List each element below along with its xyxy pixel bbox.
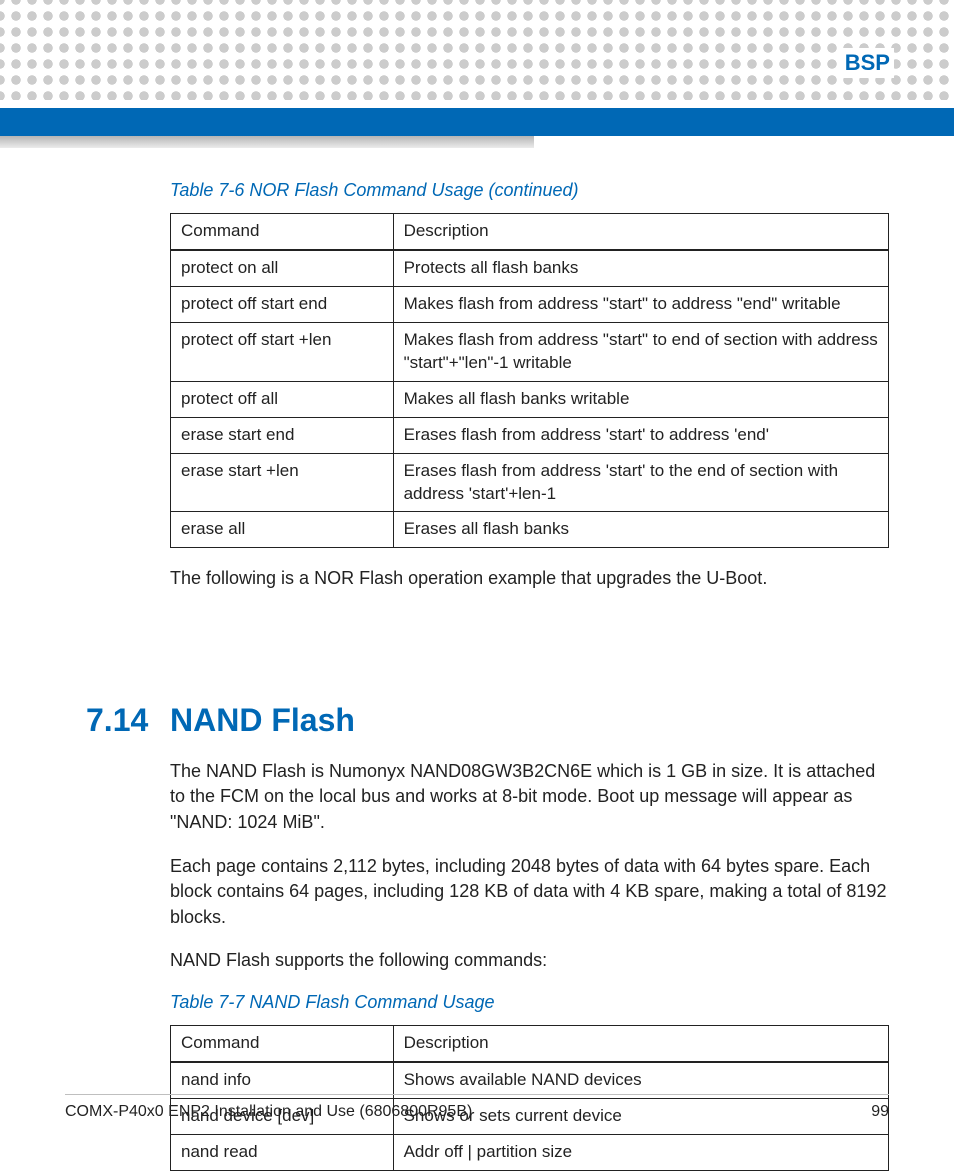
chapter-label: BSP [841, 48, 894, 78]
cell-command: protect on all [171, 250, 394, 286]
col-header-description: Description [393, 214, 888, 250]
cell-description: Erases flash from address 'start' to the… [393, 453, 888, 512]
col-header-command: Command [171, 1025, 394, 1061]
paragraph: NAND Flash supports the following comman… [170, 948, 889, 974]
cell-command: protect off start +len [171, 322, 394, 381]
table-row: protect off start +lenMakes flash from a… [171, 322, 889, 381]
paragraph: The following is a NOR Flash operation e… [170, 566, 889, 592]
col-header-command: Command [171, 214, 394, 250]
cell-command: nand info [171, 1062, 394, 1098]
cell-description: Makes all flash banks writable [393, 381, 888, 417]
cell-command: erase all [171, 512, 394, 548]
header-blue-bar [0, 108, 954, 136]
paragraph: The NAND Flash is Numonyx NAND08GW3B2CN6… [170, 759, 889, 836]
table-row: nand infoShows available NAND devices [171, 1062, 889, 1098]
page-number: 99 [871, 1103, 889, 1121]
table-7-7-caption: Table 7-7 NAND Flash Command Usage [170, 992, 889, 1013]
page-content: Table 7-6 NOR Flash Command Usage (conti… [170, 180, 889, 1085]
paragraph: Each page contains 2,112 bytes, includin… [170, 854, 889, 931]
table-7-6: Command Description protect on allProtec… [170, 213, 889, 548]
table-row: protect off allMakes all flash banks wri… [171, 381, 889, 417]
cell-description: Erases flash from address 'start' to add… [393, 417, 888, 453]
table-row: protect off start endMakes flash from ad… [171, 286, 889, 322]
table-row: erase allErases all flash banks [171, 512, 889, 548]
table-row: erase start +lenErases flash from addres… [171, 453, 889, 512]
cell-description: Makes flash from address "start" to end … [393, 322, 888, 381]
section-heading-7.14: 7.14 NAND Flash [170, 702, 889, 739]
page-footer: COMX-P40x0 ENP2 Installation and Use (68… [65, 1094, 889, 1121]
cell-description: Addr off | partition size [393, 1134, 888, 1170]
table-header-row: Command Description [171, 1025, 889, 1061]
cell-command: protect off start end [171, 286, 394, 322]
cell-description: Erases all flash banks [393, 512, 888, 548]
table-header-row: Command Description [171, 214, 889, 250]
table-7-6-caption: Table 7-6 NOR Flash Command Usage (conti… [170, 180, 889, 201]
table-row: protect on allProtects all flash banks [171, 250, 889, 286]
section-title: NAND Flash [170, 702, 355, 738]
table-row: erase start endErases flash from address… [171, 417, 889, 453]
col-header-description: Description [393, 1025, 888, 1061]
section-number: 7.14 [86, 702, 148, 739]
cell-description: Protects all flash banks [393, 250, 888, 286]
table-row: nand readAddr off | partition size [171, 1134, 889, 1170]
cell-command: erase start end [171, 417, 394, 453]
cell-description: Makes flash from address "start" to addr… [393, 286, 888, 322]
decorative-dot-pattern [0, 0, 954, 100]
cell-description: Shows available NAND devices [393, 1062, 888, 1098]
header-gray-underbar [0, 136, 534, 148]
cell-command: erase start +len [171, 453, 394, 512]
cell-command: protect off all [171, 381, 394, 417]
footer-doc-title: COMX-P40x0 ENP2 Installation and Use (68… [65, 1103, 472, 1121]
cell-command: nand read [171, 1134, 394, 1170]
